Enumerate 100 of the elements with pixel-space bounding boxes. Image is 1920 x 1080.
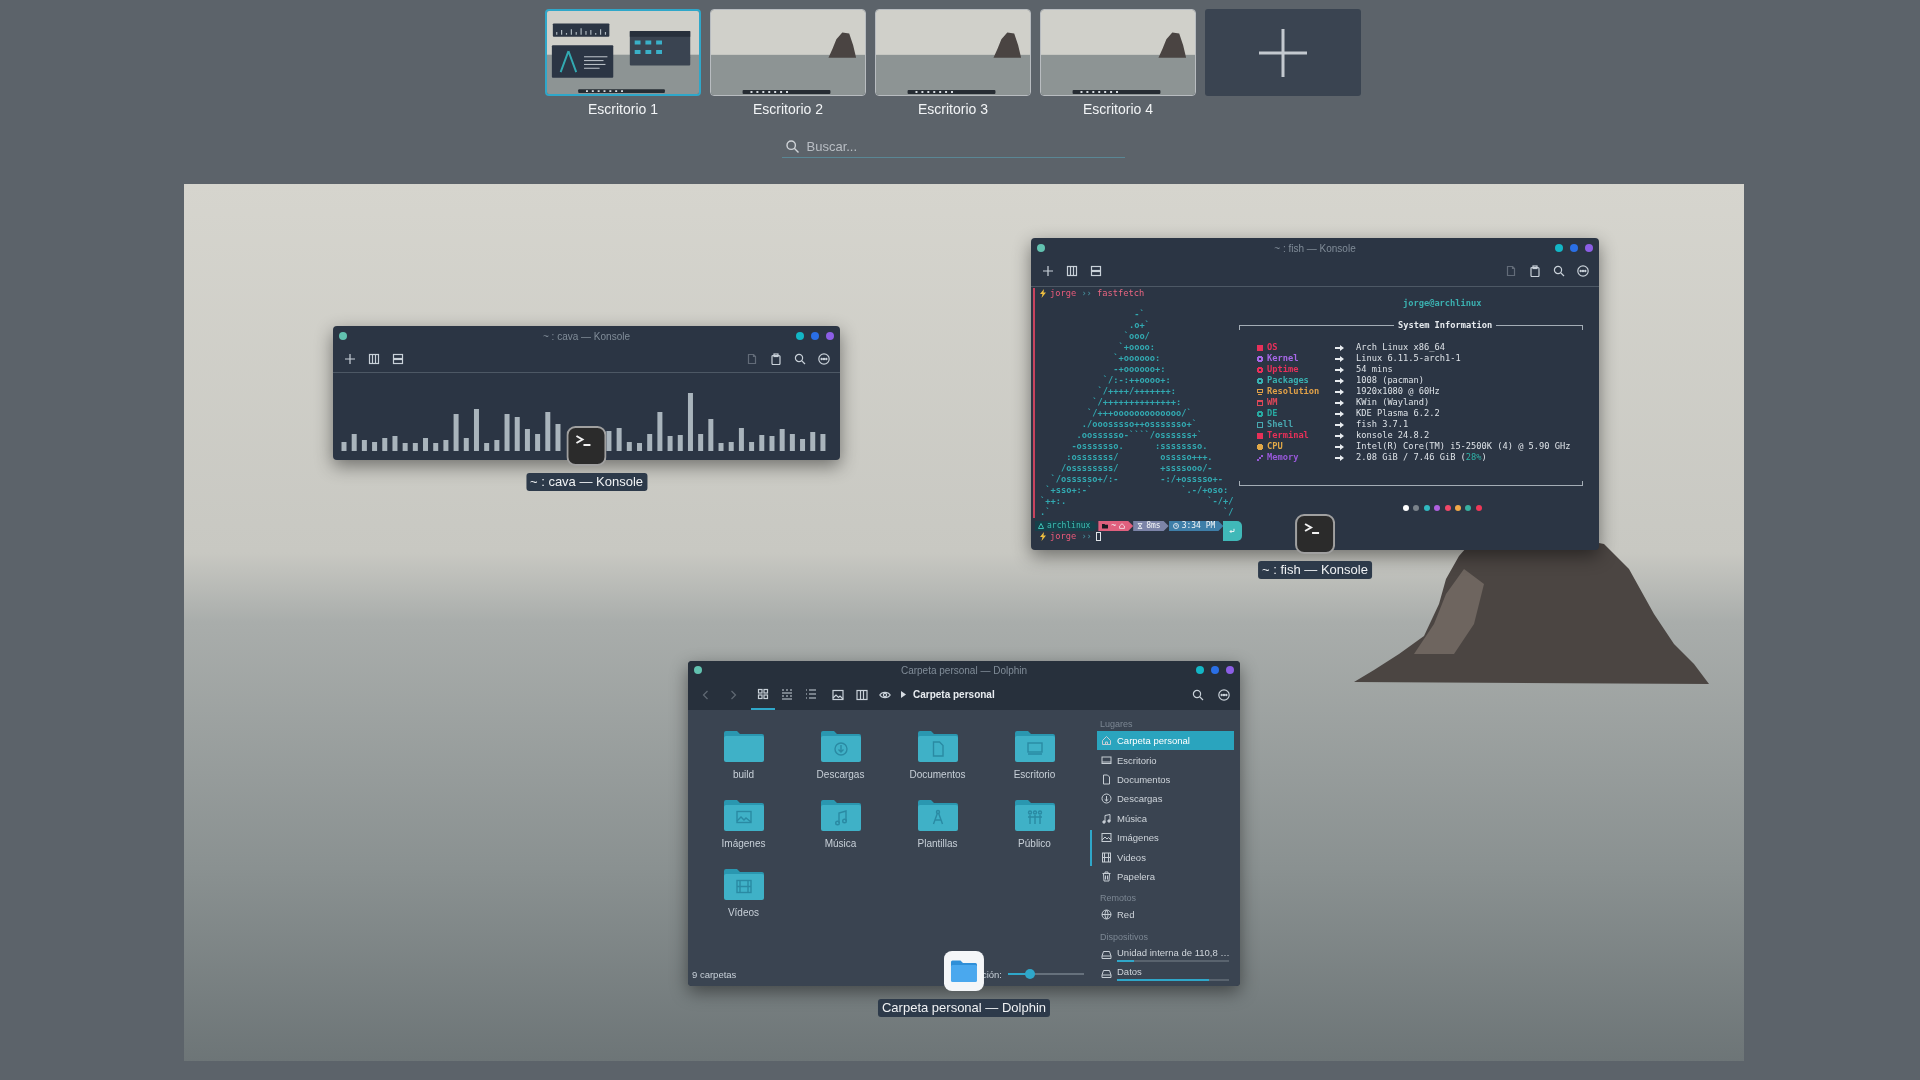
desktop-thumbnail[interactable] [710,9,866,96]
spectrum-bar [647,434,653,451]
film-folder-icon[interactable] [722,868,765,900]
folder-name[interactable]: Plantillas [917,837,958,850]
search-icon [785,140,799,153]
globe-icon [1101,909,1112,921]
music-folder-icon[interactable] [819,799,862,831]
drive-icon [1101,949,1112,960]
folder-name[interactable]: Documentos [909,768,966,781]
add-desktop-button[interactable] [1205,9,1361,96]
slider-handle[interactable] [1025,969,1036,979]
places-heading: Dispositivos [1099,930,1149,944]
split-columns-icon[interactable] [1066,264,1078,277]
panel-splitter-handle[interactable] [1090,830,1092,866]
window-dot-icon[interactable] [694,666,702,674]
zoom-slider-track[interactable] [1008,969,1084,979]
info-label: OS [1267,342,1279,353]
columns-icon[interactable] [856,688,868,701]
clipboard-icon[interactable] [770,353,782,365]
folder-name[interactable]: Público [1018,837,1051,850]
window-dot-icon[interactable] [1585,244,1593,252]
terminal-app-icon[interactable] [1295,514,1335,554]
info-label: Terminal [1267,430,1310,441]
plus-icon[interactable] [344,353,356,365]
info-title: System Information [1397,320,1494,331]
places-item[interactable]: Música [1097,808,1234,828]
spectrum-bar [514,417,520,451]
info-value: Linux 6.11.5-arch1-1 [1356,353,1462,364]
search-icon[interactable] [1553,264,1565,277]
breadcrumb-item[interactable]: Carpeta personal [913,689,995,700]
places-item[interactable]: Datos [1097,962,1234,982]
window-dot-icon[interactable] [796,332,804,340]
info-value: konsole 24.8.2 [1356,430,1431,441]
folder-app-icon[interactable] [944,951,984,991]
spectrum-bar [677,435,683,451]
people-folder-icon[interactable] [1013,799,1056,831]
folder-name[interactable]: Descargas [816,768,865,781]
places-item[interactable]: Unidad interna de 110,8 … [1097,943,1234,963]
spectrum-bar [789,434,795,451]
places-item[interactable]: Papelera [1097,866,1234,887]
folder-name[interactable]: Imágenes [721,837,766,850]
places-item[interactable]: Red [1097,905,1234,925]
split-columns-icon[interactable] [368,353,380,365]
spectrum-bar [484,443,490,451]
template-folder-icon[interactable] [916,799,959,831]
window-dot-icon[interactable] [1570,244,1578,252]
folder-name[interactable]: build [732,768,755,781]
folder-icon[interactable] [722,730,765,762]
prompt-text: jorge ›› fastfetch [1050,288,1145,299]
window-dot-icon[interactable] [1555,244,1563,252]
folder-name[interactable]: Vídeos [727,906,760,919]
document-folder-icon[interactable] [916,730,959,762]
folder-name[interactable]: Escritorio [1013,768,1056,781]
places-item[interactable]: Videos [1097,847,1234,867]
info-value: KDE Plasma 6.2.2 [1356,408,1441,419]
download-folder-icon[interactable] [819,730,862,762]
search-icon[interactable] [794,353,806,365]
window-dot-icon[interactable] [826,332,834,340]
places-item[interactable]: Descargas [1097,789,1234,809]
window-dot-icon[interactable] [1226,666,1234,674]
ascii-art-logo: -` .o+` `ooo/ `+oooo: `+oooooo: -+oooooo+: `/:-:++oooo+: `/++++/+++++++: `/++++++++++++++: `/+++ooooooooooooo/` ./ooosssso++osssssso+` .oossssso-````/ossssss+` -osssssso. :ssssssso. :osssssss/ osssso+++. /ossssssss/ +ssssooo/- `/ossssso+/:- -:/+osssso+- `+sso+:-` `.-/+oso: `++:. `-/+/ .` `/ [1040,309,1235,518]
spectrum-bar [698,434,704,451]
folder-name[interactable]: Música [824,837,857,850]
window-dot-icon[interactable] [1196,666,1204,674]
spectrum-bar [769,436,775,451]
info-label: Kernel [1267,353,1300,364]
window-dot-icon[interactable] [811,332,819,340]
plus-icon[interactable] [1042,264,1054,277]
info-label: CPU [1267,441,1284,452]
search-icon[interactable] [1192,688,1204,701]
clipboard-icon[interactable] [1529,264,1541,277]
window-dot-icon[interactable] [1211,666,1219,674]
image-folder-icon[interactable] [722,799,765,831]
desktop-thumbnail[interactable] [875,9,1031,96]
return-arrow-icon [1229,528,1236,534]
spectrum-bar [372,442,378,451]
segment-text: 8ms [1146,521,1161,531]
search-field[interactable]: Buscar... [781,136,1125,158]
terminal-window[interactable] [1031,238,1599,550]
split-rows-icon[interactable] [392,353,404,365]
image-icon[interactable] [832,688,844,701]
desktop-thumbnail[interactable] [1040,9,1196,96]
split-rows-icon[interactable] [1090,264,1102,277]
file-manager-window[interactable] [688,661,1240,986]
segment-text: ~ [1111,521,1117,531]
info-value: 54 mins [1356,364,1394,375]
more-menu-icon[interactable] [1218,688,1230,701]
places-item[interactable]: Imágenes [1097,827,1234,848]
places-item[interactable]: Escritorio [1097,750,1234,770]
terminal-app-icon[interactable] [566,426,607,466]
more-menu-icon[interactable] [1577,264,1589,277]
window-dot-icon[interactable] [339,332,347,340]
more-menu-icon[interactable] [818,353,830,365]
places-item[interactable]: Documentos [1097,769,1234,790]
spectrum-bar [708,419,714,451]
desktop-folder-icon[interactable] [1013,730,1056,762]
terminal-window[interactable]: ~ : cava — Konsole [333,326,840,460]
desktop-thumbnail[interactable] [545,9,701,96]
spectrum-bar [361,440,367,451]
window-dot-icon[interactable] [1037,244,1045,252]
